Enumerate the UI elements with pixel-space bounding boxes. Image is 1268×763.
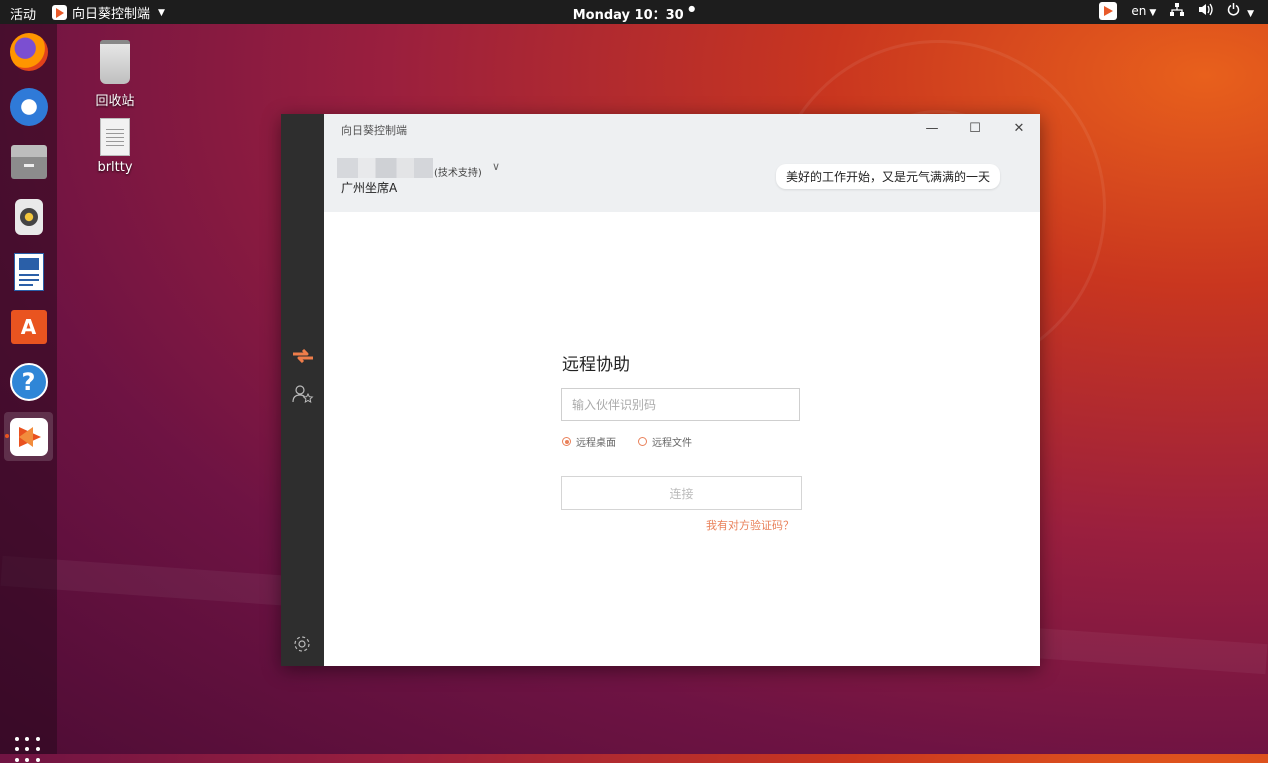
- user-group: 广州坐席A: [341, 181, 398, 195]
- close-button[interactable]: ✕: [1011, 121, 1027, 137]
- language-indicator[interactable]: en ▼: [1131, 4, 1156, 18]
- rhythmbox-icon: [14, 198, 43, 235]
- dock-rhythmbox[interactable]: [4, 192, 53, 241]
- option-label: 远程文件: [652, 438, 692, 449]
- sunlogin-tray-icon[interactable]: [1099, 2, 1118, 20]
- caret-down-icon: ▼: [1247, 9, 1254, 19]
- trash-icon: [100, 40, 130, 84]
- language-label: en: [1131, 4, 1147, 18]
- clock[interactable]: Monday 10：30 ●: [0, 4, 1268, 23]
- dock: A ?: [0, 24, 57, 762]
- redacted-username: [337, 158, 433, 178]
- software-center-icon: A: [10, 309, 47, 344]
- help-icon: ?: [9, 362, 48, 401]
- files-icon: [10, 144, 47, 179]
- chevron-down-icon[interactable]: ∨: [492, 160, 500, 173]
- power-icon: [1228, 3, 1240, 16]
- dock-writer[interactable]: [4, 247, 53, 296]
- dock-software[interactable]: A: [4, 302, 53, 351]
- window-title: 向日葵控制端: [341, 124, 407, 137]
- user-role: (技术支持): [434, 168, 482, 179]
- greeting-text: 美好的工作开始，又是元气满满的一天: [786, 170, 991, 184]
- caret-down-icon: ▼: [1149, 8, 1157, 18]
- greeting-bubble: 美好的工作开始，又是元气满满的一天: [776, 164, 1001, 189]
- show-applications-icon[interactable]: [15, 737, 41, 763]
- sunlogin-window: 向日葵控制端 — ☐ ✕ (技术支持) ∨ 广州坐席A 美好的工作开始，又是元气…: [281, 114, 1040, 666]
- firefox-icon: [9, 32, 48, 71]
- volume-icon[interactable]: [1198, 3, 1213, 19]
- option-remote-desktop[interactable]: 远程桌面: [562, 434, 616, 449]
- network-icon[interactable]: [1170, 3, 1185, 19]
- dock-thunderbird[interactable]: [4, 82, 53, 131]
- minimize-button[interactable]: —: [924, 121, 940, 137]
- maximize-button[interactable]: ☐: [967, 121, 983, 137]
- partner-id-input[interactable]: [561, 388, 800, 421]
- panel-title: 远程协助: [562, 355, 630, 375]
- window-sidebar: [281, 114, 324, 666]
- connect-button[interactable]: 连接: [561, 476, 802, 510]
- dock-firefox[interactable]: [4, 27, 53, 76]
- dock-sunlogin[interactable]: [4, 412, 53, 461]
- remote-assist-nav-icon[interactable]: [292, 348, 314, 367]
- sunlogin-icon: [9, 417, 48, 456]
- dock-files[interactable]: [4, 137, 53, 186]
- window-header: 向日葵控制端 — ☐ ✕ (技术支持) ∨ 广州坐席A 美好的工作开始，又是元气…: [324, 114, 1040, 212]
- desktop-brltty[interactable]: brltty: [85, 118, 145, 175]
- thunderbird-icon: [9, 87, 48, 126]
- dock-help[interactable]: ?: [4, 357, 53, 406]
- system-tray: en ▼ ▼: [1099, 2, 1254, 20]
- top-bar: 活动 向日葵控制端 ▼ Monday 10：30 ● en ▼ ▼: [0, 0, 1268, 24]
- desktop-icon-label: brltty: [97, 160, 133, 175]
- desktop-icon-label: 回收站: [95, 94, 135, 109]
- notification-dot-icon: ●: [688, 4, 696, 13]
- power-menu[interactable]: ▼: [1227, 3, 1254, 19]
- desktop-trash[interactable]: 回收站: [85, 40, 145, 109]
- radio-unselected-icon: [638, 437, 647, 446]
- contacts-nav-icon[interactable]: [292, 385, 314, 407]
- radio-selected-icon: [562, 437, 571, 446]
- libreoffice-writer-icon: [13, 252, 44, 291]
- document-icon: [100, 118, 130, 156]
- option-label: 远程桌面: [576, 438, 616, 449]
- verification-code-link[interactable]: 我有对方验证码？: [706, 517, 794, 533]
- running-indicator: [5, 434, 9, 438]
- option-remote-files[interactable]: 远程文件: [638, 434, 692, 449]
- settings-gear-icon[interactable]: [293, 635, 311, 657]
- clock-label: Monday 10：30: [572, 8, 684, 23]
